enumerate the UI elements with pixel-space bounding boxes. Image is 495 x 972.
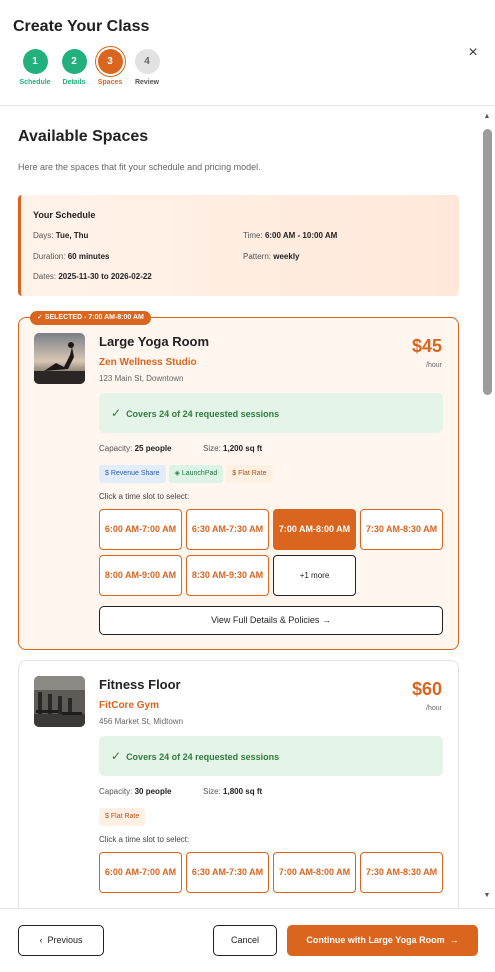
pricing-tags: $ Revenue Share ◈ LaunchPad $ Flat Rate (99, 462, 276, 483)
space-specs: Capacity: 30 people Size: 1,800 sq ft (99, 787, 263, 796)
scroll-down-icon[interactable]: ▼ (483, 892, 491, 900)
cancel-button[interactable]: Cancel (213, 925, 277, 956)
close-icon[interactable]: × (464, 44, 482, 62)
time-slot-button[interactable]: 6:30 AM-7:30 AM (186, 852, 269, 893)
space-name: Large Yoga Room (99, 334, 210, 349)
step-number: 3 (97, 49, 123, 74)
space-specs: Capacity: 25 people Size: 1,200 sq ft (99, 444, 263, 453)
fitness-floor-photo (34, 676, 85, 727)
step-number: 4 (134, 49, 160, 74)
step-review[interactable]: 4 Review (122, 49, 172, 86)
step-number: 2 (61, 49, 87, 74)
time-slot-button[interactable]: 6:00 AM-7:00 AM (99, 852, 182, 893)
time-slot-button[interactable]: 7:30 AM-8:30 AM (360, 852, 443, 893)
selected-badge: ✓ SELECTED - 7:00 AM-8:00 AM (30, 311, 151, 325)
schedule-summary: Your Schedule Days: Tue, Thu Time: 6:00 … (18, 195, 459, 296)
dollar-icon: $ (232, 470, 237, 477)
content-scroll-area[interactable]: Available Spaces Here are the spaces tha… (0, 106, 495, 908)
scrollbar-thumb[interactable] (483, 129, 492, 395)
scroll-up-icon[interactable]: ▲ (483, 113, 491, 121)
time-slot-button[interactable]: 8:30 AM-9:30 AM (186, 555, 269, 596)
schedule-title: Your Schedule (33, 210, 96, 220)
price-unit: /hour (426, 362, 442, 369)
studio-name[interactable]: FitCore Gym (99, 700, 159, 711)
previous-button[interactable]: ‹ Previous (18, 925, 104, 956)
yoga-room-photo (34, 333, 85, 384)
wizard-header: Create Your Class 1 Schedule 2 Details 3… (0, 0, 495, 106)
time-slot-button[interactable]: 7:30 AM-8:30 AM (360, 509, 443, 550)
dollar-icon: $ (105, 813, 109, 820)
time-slot-button[interactable]: 7:00 AM-8:00 AM (273, 852, 356, 893)
tag-revenue-share: $ Revenue Share (99, 465, 166, 483)
time-slot-button-selected[interactable]: 7:00 AM-8:00 AM (273, 509, 356, 550)
check-icon: ✓ (111, 749, 122, 763)
wizard-footer: ‹ Previous Cancel Continue with Large Yo… (0, 908, 495, 972)
price-unit: /hour (426, 705, 442, 712)
schedule-pattern: Pattern: weekly (243, 252, 300, 261)
layers-icon: ◈ (174, 470, 180, 477)
section-subtitle: Here are the spaces that fit your schedu… (18, 162, 261, 172)
slot-prompt: Click a time slot to select: (99, 492, 190, 501)
tag-flat-rate: $ Flat Rate (99, 808, 146, 826)
continue-button[interactable]: Continue with Large Yoga Room → (287, 925, 478, 956)
page-title: Create Your Class (13, 18, 150, 35)
pricing-tags: $ Flat Rate (99, 805, 148, 826)
arrow-right-icon: → (449, 935, 459, 945)
time-slot-button[interactable]: 6:00 AM-7:00 AM (99, 509, 182, 550)
time-slot-button[interactable]: 8:00 AM-9:00 AM (99, 555, 182, 596)
space-card-fitness-floor[interactable]: Fitness Floor FitCore Gym 456 Market St,… (18, 660, 459, 908)
section-title: Available Spaces (18, 128, 149, 145)
dollar-icon: $ (105, 470, 109, 477)
step-number: 1 (22, 49, 48, 74)
space-address: 123 Main St, Downtown (99, 374, 184, 383)
space-price: $45 (411, 336, 442, 356)
check-icon: ✓ (111, 406, 122, 420)
tag-flat-rate: $ Flat Rate (226, 465, 273, 483)
schedule-dates: Dates: 2025-11-30 to 2026-02-22 (33, 272, 152, 281)
more-slots-button[interactable]: +1 more (273, 555, 356, 596)
chevron-left-icon: ‹ (39, 935, 43, 945)
time-slot-button[interactable]: 6:30 AM-7:30 AM (186, 509, 269, 550)
step-label: Review (134, 79, 160, 86)
view-details-button[interactable]: View Full Details & Policies → (99, 606, 443, 635)
space-price: $60 (411, 679, 442, 699)
studio-name[interactable]: Zen Wellness Studio (99, 357, 197, 368)
space-name: Fitness Floor (99, 677, 181, 692)
space-card-large-yoga-room[interactable]: ✓ SELECTED - 7:00 AM-8:00 AM Large Yoga … (18, 311, 459, 650)
schedule-days: Days: Tue, Thu (33, 231, 89, 240)
coverage-banner: ✓ Covers 24 of 24 requested sessions (99, 736, 443, 776)
tag-launchpad: ◈ LaunchPad (168, 465, 224, 483)
scrollbar[interactable]: ▲ ▼ (482, 113, 492, 903)
space-address: 456 Market St, Midtown (99, 717, 184, 726)
slot-prompt: Click a time slot to select: (99, 835, 190, 844)
schedule-duration: Duration: 60 minutes (33, 252, 110, 261)
coverage-banner: ✓ Covers 24 of 24 requested sessions (99, 393, 443, 433)
schedule-time: Time: 6:00 AM - 10:00 AM (243, 231, 338, 240)
